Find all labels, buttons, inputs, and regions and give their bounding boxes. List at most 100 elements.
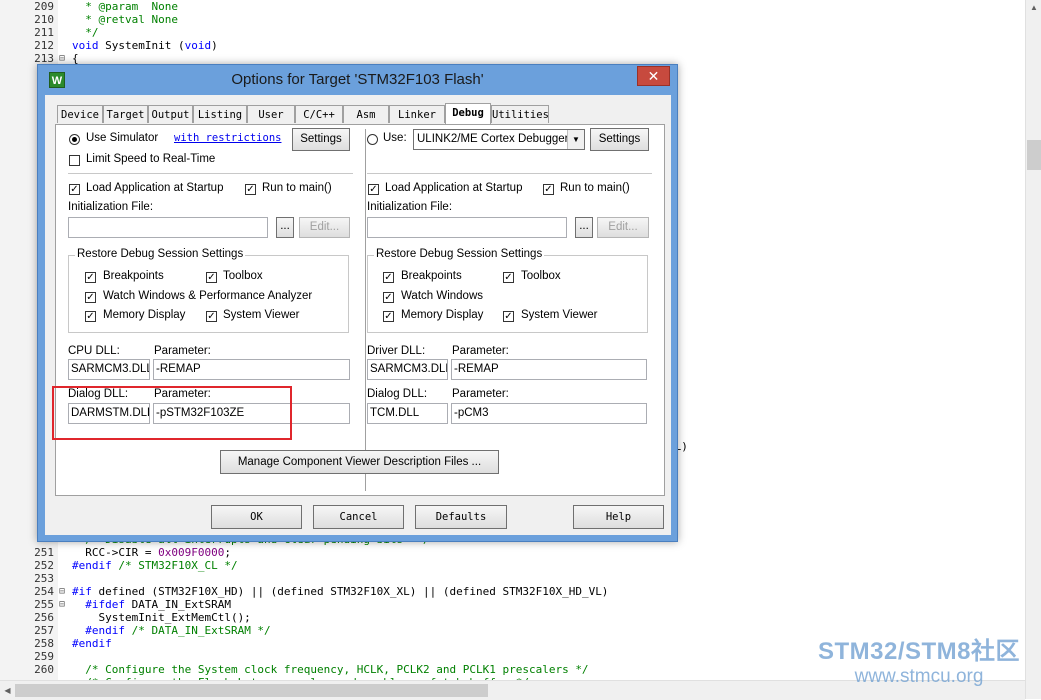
- run-to-main-checkbox[interactable]: ✓: [245, 184, 256, 195]
- code-token: * @param None: [72, 0, 178, 13]
- right-dialog-param-input[interactable]: -pCM3: [451, 403, 647, 424]
- right-system-viewer-label: System Viewer: [521, 309, 598, 321]
- right-watch-windows-label: Watch Windows: [401, 290, 484, 302]
- debugger-settings-button[interactable]: Settings: [590, 128, 649, 151]
- tab-target[interactable]: Target: [103, 105, 148, 123]
- line-number: 255: [34, 598, 54, 611]
- load-app-label: Load Application at Startup: [86, 182, 224, 194]
- limit-speed-label: Limit Speed to Real-Time: [86, 153, 216, 165]
- memory-display-checkbox[interactable]: ✓: [85, 311, 96, 322]
- tab-listing[interactable]: Listing: [193, 105, 247, 123]
- driver-param-input[interactable]: -REMAP: [451, 359, 647, 380]
- with-restrictions-link[interactable]: with restrictions: [174, 132, 281, 144]
- scroll-left-icon[interactable]: ◀: [0, 681, 15, 700]
- fold-marker-icon[interactable]: ⊟: [59, 598, 67, 611]
- use-debugger-label: Use:: [383, 132, 407, 144]
- right-system-viewer-checkbox[interactable]: ✓: [503, 311, 514, 322]
- right-dialog-dll-input[interactable]: TCM.DLL: [367, 403, 448, 424]
- right-init-file-edit-button[interactable]: Edit...: [597, 217, 649, 238]
- code-token: defined (STM32F10X_HD) || (defined STM32…: [91, 585, 609, 598]
- breakpoints-checkbox[interactable]: ✓: [85, 272, 96, 283]
- horizontal-scroll-thumb[interactable]: [15, 684, 488, 697]
- defaults-button[interactable]: Defaults: [415, 505, 507, 529]
- chevron-down-icon[interactable]: ▼: [567, 130, 584, 149]
- code-token: SystemInit (: [98, 39, 185, 52]
- debug-tab-page: Use Simulator with restrictions Settings…: [55, 124, 665, 496]
- code-token: #endif: [72, 624, 125, 637]
- tab-user[interactable]: User: [247, 105, 295, 123]
- code-token: * @retval None: [72, 13, 178, 26]
- code-token: ;: [224, 546, 231, 559]
- watermark-title: STM32/STM8社区: [817, 638, 1021, 665]
- load-app-checkbox[interactable]: ✓: [69, 184, 80, 195]
- right-dialog-dll-label: Dialog DLL:: [367, 388, 428, 400]
- code-token: RCC->CIR =: [72, 546, 159, 559]
- tab-asm[interactable]: Asm: [343, 105, 389, 123]
- cpu-dll-input[interactable]: SARMCM3.DLL: [68, 359, 150, 380]
- line-number: 260: [34, 663, 54, 676]
- code-token: void: [184, 39, 212, 52]
- init-file-edit-button[interactable]: Edit...: [299, 217, 350, 238]
- code-text: #if defined (STM32F10X_HD) || (defined S…: [72, 585, 608, 598]
- cpu-param-label: Parameter:: [154, 345, 211, 357]
- code-text: * @param None: [72, 0, 178, 13]
- code-token: #endif: [72, 637, 112, 650]
- line-number: 252: [34, 559, 54, 572]
- code-token: /* Configure the System clock frequency,…: [72, 663, 589, 676]
- watch-windows-checkbox[interactable]: ✓: [85, 292, 96, 303]
- code-text: /* Configure the System clock frequency,…: [72, 663, 589, 676]
- right-memory-display-checkbox[interactable]: ✓: [383, 311, 394, 322]
- code-token: */: [72, 26, 99, 39]
- dialog-titlebar[interactable]: W Options for Target 'STM32F103 Flash' ✕: [38, 65, 677, 95]
- right-load-app-checkbox[interactable]: ✓: [368, 184, 379, 195]
- tab-linker[interactable]: Linker: [389, 105, 445, 123]
- line-number: 211: [34, 26, 54, 39]
- scroll-up-icon[interactable]: ▲: [1026, 0, 1041, 16]
- run-to-main-label: Run to main(): [262, 182, 332, 194]
- vertical-scrollbar[interactable]: ▲: [1025, 0, 1041, 699]
- tab-debug[interactable]: Debug: [445, 103, 491, 124]
- line-number: 209: [34, 0, 54, 13]
- ok-button[interactable]: OK: [211, 505, 302, 529]
- code-token: #endif: [72, 559, 112, 572]
- simulator-settings-button[interactable]: Settings: [292, 128, 350, 151]
- manage-component-viewer-button[interactable]: Manage Component Viewer Description File…: [220, 450, 499, 474]
- debugger-select[interactable]: ULINK2/ME Cortex Debugger ▼: [413, 129, 585, 150]
- tab-utilities[interactable]: Utilities: [491, 105, 549, 123]
- close-icon[interactable]: ✕: [637, 66, 670, 86]
- tab-output[interactable]: Output: [148, 105, 193, 123]
- use-simulator-label: Use Simulator: [86, 132, 159, 144]
- help-button[interactable]: Help: [573, 505, 664, 529]
- line-number: 259: [34, 650, 54, 663]
- code-token: /* STM32F10X_CL */: [111, 559, 238, 572]
- right-breakpoints-checkbox[interactable]: ✓: [383, 272, 394, 283]
- right-breakpoints-label: Breakpoints: [401, 270, 462, 282]
- driver-dll-label: Driver DLL:: [367, 345, 426, 357]
- limit-speed-checkbox[interactable]: [69, 155, 80, 166]
- right-watch-windows-checkbox[interactable]: ✓: [383, 292, 394, 303]
- code-token: DATA_IN_ExtSRAM: [124, 598, 231, 611]
- options-dialog: W Options for Target 'STM32F103 Flash' ✕…: [37, 64, 678, 542]
- tab-cpp[interactable]: C/C++: [295, 105, 343, 123]
- right-run-to-main-checkbox[interactable]: ✓: [543, 184, 554, 195]
- right-toolbox-checkbox[interactable]: ✓: [503, 272, 514, 283]
- use-debugger-radio[interactable]: [367, 134, 378, 145]
- fold-marker-icon[interactable]: ⊟: [59, 585, 67, 598]
- init-file-label: Initialization File:: [68, 201, 154, 213]
- init-file-input[interactable]: [68, 217, 268, 238]
- cancel-button[interactable]: Cancel: [313, 505, 404, 529]
- code-text: #endif /* STM32F10X_CL */: [72, 559, 238, 572]
- tab-device[interactable]: Device: [57, 105, 103, 123]
- toolbox-checkbox[interactable]: ✓: [206, 272, 217, 283]
- init-file-browse-button[interactable]: ...: [276, 217, 294, 238]
- cpu-param-input[interactable]: -REMAP: [153, 359, 350, 380]
- line-number: 253: [34, 572, 54, 585]
- system-viewer-checkbox[interactable]: ✓: [206, 311, 217, 322]
- code-text: * @retval None: [72, 13, 178, 26]
- use-simulator-radio[interactable]: [69, 134, 80, 145]
- debugger-select-value: ULINK2/ME Cortex Debugger: [417, 133, 569, 145]
- right-init-file-browse-button[interactable]: ...: [575, 217, 593, 238]
- driver-dll-input[interactable]: SARMCM3.DLL: [367, 359, 448, 380]
- right-init-file-input[interactable]: [367, 217, 567, 238]
- vertical-scroll-thumb[interactable]: [1027, 140, 1041, 170]
